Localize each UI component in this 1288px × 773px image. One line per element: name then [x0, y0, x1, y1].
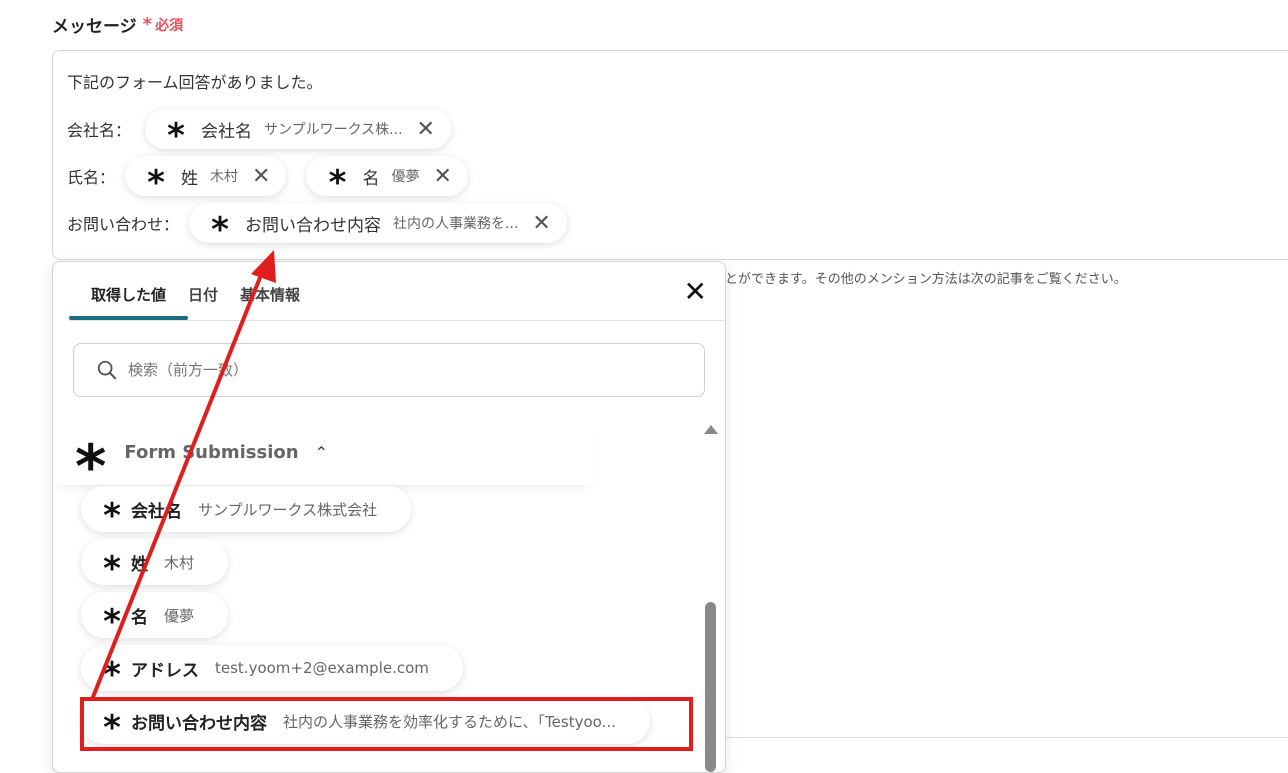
option-value: サンプルワークス株式会社	[198, 500, 378, 519]
scroll-up-arrow-icon[interactable]	[704, 425, 718, 434]
search-icon	[97, 360, 117, 380]
chip-value: 優夢	[391, 169, 420, 185]
option-first-name[interactable]: * 名 優夢	[81, 592, 229, 642]
tab-basic-info[interactable]: 基本情報	[240, 262, 322, 320]
asterisk-icon: *	[103, 549, 121, 589]
row-label: 会社名：	[67, 121, 132, 140]
chip-label: 名	[362, 168, 380, 189]
option-value: 社内の人事業務を効率化するために、「Testyoo...	[283, 712, 616, 731]
field-label-text: メッセージ	[52, 17, 137, 37]
tab-date[interactable]: 日付	[188, 262, 240, 320]
help-text: とができます。その他のメンション方法は次の記事をご覧ください。	[725, 272, 1127, 287]
asterisk-icon: *	[167, 116, 185, 156]
asterisk-icon: *	[147, 163, 165, 203]
chip-value: 木村	[210, 169, 239, 185]
asterisk-icon: *	[211, 210, 229, 250]
option-value: 木村	[164, 553, 195, 572]
option-label: 姓	[131, 554, 148, 575]
option-inquiry[interactable]: * お問い合わせ内容 社内の人事業務を効率化するために、「Testyoo...	[81, 698, 650, 748]
option-company[interactable]: * 会社名 サンプルワークス株式会社	[81, 486, 412, 536]
scrollbar-thumb[interactable]	[705, 602, 716, 772]
search-field[interactable]	[73, 343, 705, 397]
chip-value: 社内の人事業務を...	[393, 216, 519, 232]
mention-chip-company[interactable]: * 会社名 サンプルワークス株... ✕	[145, 109, 451, 153]
option-label: アドレス	[131, 660, 199, 681]
required-asterisk: *	[142, 14, 153, 35]
chevron-up-icon[interactable]: ⌃	[315, 443, 328, 462]
message-editor[interactable]: 下記のフォーム回答がありました。 会社名： * 会社名 サンプルワークス株...…	[52, 50, 1288, 260]
group-title: Form Submission	[124, 441, 299, 463]
message-row-name: 氏名： * 姓 木村 ✕ * 名 優夢 ✕	[67, 156, 468, 200]
group-header-form-submission[interactable]: * Form Submission ⌃	[53, 419, 593, 497]
message-intro-line: 下記のフォーム回答がありました。	[67, 69, 323, 93]
close-icon[interactable]: ✕	[684, 278, 707, 306]
option-value: 優夢	[164, 606, 195, 625]
asterisk-icon: *	[103, 708, 121, 748]
picker-tabs: 取得した値 日付 基本情報	[69, 262, 322, 320]
required-text: 必須	[155, 17, 184, 34]
close-icon[interactable]: ✕	[433, 164, 451, 189]
close-icon[interactable]: ✕	[532, 211, 550, 236]
required-badge: * 必須	[143, 14, 183, 35]
option-label: お問い合わせ内容	[131, 713, 267, 734]
option-address[interactable]: * アドレス test.yoom+2@example.com	[81, 645, 463, 695]
chip-label: お問い合わせ内容	[245, 215, 382, 236]
mention-chip-inquiry[interactable]: * お問い合わせ内容 社内の人事業務を... ✕	[189, 203, 567, 247]
option-value: test.yoom+2@example.com	[215, 659, 429, 677]
tabs-divider	[69, 320, 725, 321]
message-row-company: 会社名： * 会社名 サンプルワークス株... ✕	[67, 109, 451, 153]
message-field-label: メッセージ * 必須	[52, 12, 183, 37]
option-label: 名	[131, 607, 148, 628]
mention-chip-first-name[interactable]: * 名 優夢 ✕	[306, 156, 468, 200]
close-icon[interactable]: ✕	[417, 117, 435, 142]
chip-label: 会社名	[201, 121, 253, 142]
message-intro: 下記のフォーム回答がありました。	[67, 73, 323, 92]
row-label: 氏名：	[67, 168, 116, 187]
option-label: 会社名	[131, 501, 182, 522]
search-input[interactable]	[126, 360, 690, 380]
chip-value: サンプルワークス株...	[264, 122, 403, 138]
close-icon[interactable]: ✕	[252, 164, 270, 189]
tab-acquired-values[interactable]: 取得した値	[69, 262, 189, 320]
mention-chip-last-name[interactable]: * 姓 木村 ✕	[125, 156, 287, 200]
message-row-inquiry: お問い合わせ： * お問い合わせ内容 社内の人事業務を... ✕	[67, 203, 567, 247]
value-picker-panel: 取得した値 日付 基本情報 ✕ * Form Submission ⌃ * 会社…	[52, 261, 726, 773]
asterisk-icon: *	[103, 655, 121, 695]
asterisk-icon: *	[328, 163, 347, 203]
asterisk-icon: *	[103, 496, 121, 536]
divider	[725, 737, 1288, 738]
asterisk-icon: *	[103, 602, 121, 642]
chip-label: 姓	[181, 168, 199, 189]
option-last-name[interactable]: * 姓 木村	[81, 539, 229, 589]
row-label: お問い合わせ：	[67, 215, 180, 234]
